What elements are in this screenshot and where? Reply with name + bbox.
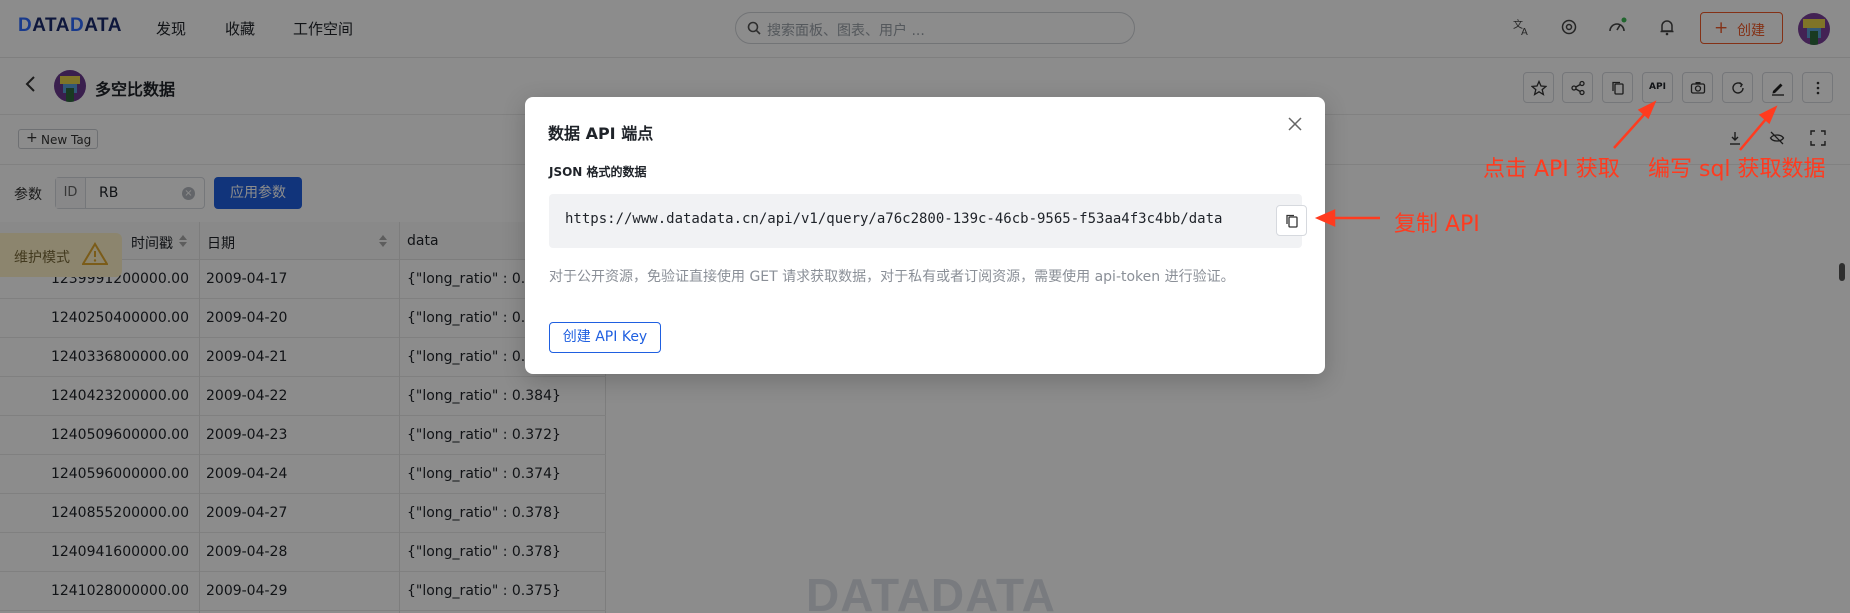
annotation-write-sql: 编写 sql 获取数据 <box>1648 157 1826 182</box>
annotation-arrows <box>1314 100 1778 227</box>
annotation-click-api: 点击 API 获取 <box>1483 157 1620 182</box>
annotation-copy-api: 复制 API <box>1394 212 1480 237</box>
